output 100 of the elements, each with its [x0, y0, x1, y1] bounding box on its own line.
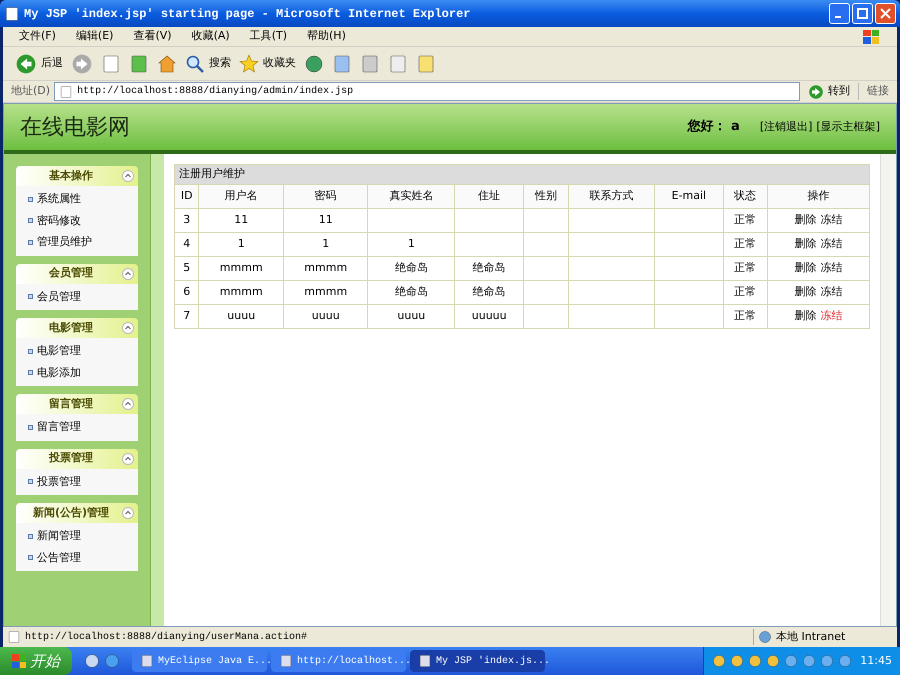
forward-button[interactable]: [71, 52, 93, 74]
table-cell: 绝命岛: [368, 256, 455, 280]
table-cell: 11: [283, 208, 368, 232]
menu-item[interactable]: 查看(V): [133, 28, 172, 45]
search-button[interactable]: 搜索: [185, 54, 231, 74]
header-link[interactable]: [显示主框架]: [816, 118, 880, 136]
action-link[interactable]: 冻结: [820, 237, 842, 250]
address-label: 地址(D): [11, 83, 50, 100]
sidebar-link[interactable]: 新闻管理: [37, 528, 81, 544]
column-header: 操作: [767, 184, 870, 208]
table-cell: [454, 208, 524, 232]
sidebar-link[interactable]: 投票管理: [37, 474, 81, 490]
frame-splitter[interactable]: [150, 154, 164, 626]
tray-icon[interactable]: [838, 654, 852, 668]
table-cell: [524, 208, 568, 232]
bullet-icon: [28, 479, 33, 484]
action-link[interactable]: 删除: [794, 237, 816, 250]
taskbar-button[interactable]: http://localhost...: [271, 650, 406, 672]
action-link[interactable]: 冻结: [820, 309, 842, 322]
table-cell: 正常: [723, 280, 768, 304]
site-title: 在线电影网: [20, 114, 130, 142]
collapse-icon[interactable]: [122, 170, 134, 182]
sidebar-section-header[interactable]: 基本操作: [16, 166, 138, 186]
favorites-button[interactable]: 收藏夹: [239, 54, 296, 74]
collapse-icon[interactable]: [122, 507, 134, 519]
address-field[interactable]: http://localhost:8888/dianying/admin/index.jsp: [54, 82, 800, 101]
tray-icon[interactable]: [730, 654, 744, 668]
tray-icon[interactable]: [748, 654, 762, 668]
column-header: 用户名: [198, 184, 284, 208]
window-icon: [279, 654, 293, 668]
menu-item[interactable]: 帮助(H): [307, 28, 346, 45]
bullet-icon: [28, 240, 33, 245]
header-link[interactable]: [注销退出]: [760, 118, 812, 136]
minimize-button[interactable]: [829, 3, 850, 24]
tray-icon[interactable]: [784, 654, 798, 668]
table-cell: 1: [283, 232, 368, 256]
table-cell: mmmm: [283, 280, 368, 304]
close-icon: [880, 8, 891, 19]
sidebar-link[interactable]: 电影添加: [37, 364, 81, 381]
globe-icon: [758, 630, 772, 644]
maximize-button[interactable]: [852, 3, 873, 24]
table-cell: 正常: [723, 256, 768, 280]
sidebar-section-header[interactable]: 会员管理: [16, 264, 138, 284]
window-icon: [140, 654, 154, 668]
taskbar-button[interactable]: My JSP 'index.js...: [410, 650, 545, 672]
tray-icon[interactable]: [820, 654, 834, 668]
sidebar-link[interactable]: 管理员维护: [37, 234, 92, 250]
scrollbar[interactable]: [880, 154, 896, 626]
tray-icon[interactable]: [802, 654, 816, 668]
collapse-icon[interactable]: [122, 268, 134, 280]
tray-icon[interactable]: [766, 654, 780, 668]
table-cell: [654, 304, 724, 328]
menu-item[interactable]: 工具(T): [250, 28, 287, 45]
sidebar-link[interactable]: 公告管理: [37, 550, 81, 566]
window-icon: [418, 654, 432, 668]
table-cell: uuuu: [283, 304, 368, 328]
table-cell: uuuuu: [454, 304, 524, 328]
sidebar-link[interactable]: 留言管理: [37, 419, 81, 436]
close-button[interactable]: [875, 3, 896, 24]
table-cell: [524, 232, 568, 256]
sidebar-section-header[interactable]: 留言管理: [16, 394, 138, 414]
sidebar-section-header[interactable]: 投票管理: [16, 448, 138, 468]
taskbar-button[interactable]: MyEclipse Java E...: [132, 650, 267, 672]
table-cell: 正常: [723, 208, 768, 232]
home-button[interactable]: [157, 54, 177, 74]
action-link[interactable]: 冻结: [820, 285, 842, 298]
sidebar-section-header[interactable]: 新闻(公告)管理: [16, 503, 138, 523]
sidebar-link[interactable]: 系统属性: [37, 191, 81, 208]
action-link[interactable]: 删除: [794, 261, 816, 274]
go-button[interactable]: 转到: [804, 83, 854, 100]
sidebar-link[interactable]: 电影管理: [37, 343, 81, 360]
quick-launch-icon[interactable]: [104, 653, 120, 669]
collapse-icon[interactable]: [122, 452, 134, 464]
quick-launch-icon[interactable]: [84, 653, 100, 669]
action-link[interactable]: 冻结: [820, 261, 842, 274]
links-label: 链接: [858, 83, 889, 100]
action-link[interactable]: 删除: [794, 309, 816, 322]
menu-item[interactable]: 文件(F): [19, 28, 56, 45]
action-link[interactable]: 冻结: [820, 213, 842, 226]
action-link[interactable]: 删除: [794, 213, 816, 226]
table-cell: [524, 280, 568, 304]
tray-icon[interactable]: [712, 654, 726, 668]
menu-item[interactable]: 编辑(E): [76, 28, 114, 45]
sidebar-link[interactable]: 会员管理: [37, 288, 81, 305]
collapse-icon[interactable]: [122, 398, 134, 410]
star-icon: [239, 54, 259, 74]
table-cell: mmmm: [198, 256, 284, 280]
collapse-icon[interactable]: [122, 322, 134, 334]
menu-item[interactable]: 收藏(A): [192, 28, 230, 45]
back-button[interactable]: 后退: [15, 52, 63, 74]
action-link[interactable]: 删除: [794, 285, 816, 298]
bullet-icon: [28, 218, 33, 224]
sidebar-section-header[interactable]: 电影管理: [16, 318, 138, 338]
table-cell: 5: [174, 256, 199, 280]
sidebar-link[interactable]: 密码修改: [37, 212, 81, 229]
column-header: 真实姓名: [368, 184, 455, 208]
table-cell: 绝命岛: [454, 280, 524, 304]
table-cell: [654, 280, 724, 304]
minimize-icon: [835, 16, 841, 18]
table-cell: [524, 304, 568, 328]
